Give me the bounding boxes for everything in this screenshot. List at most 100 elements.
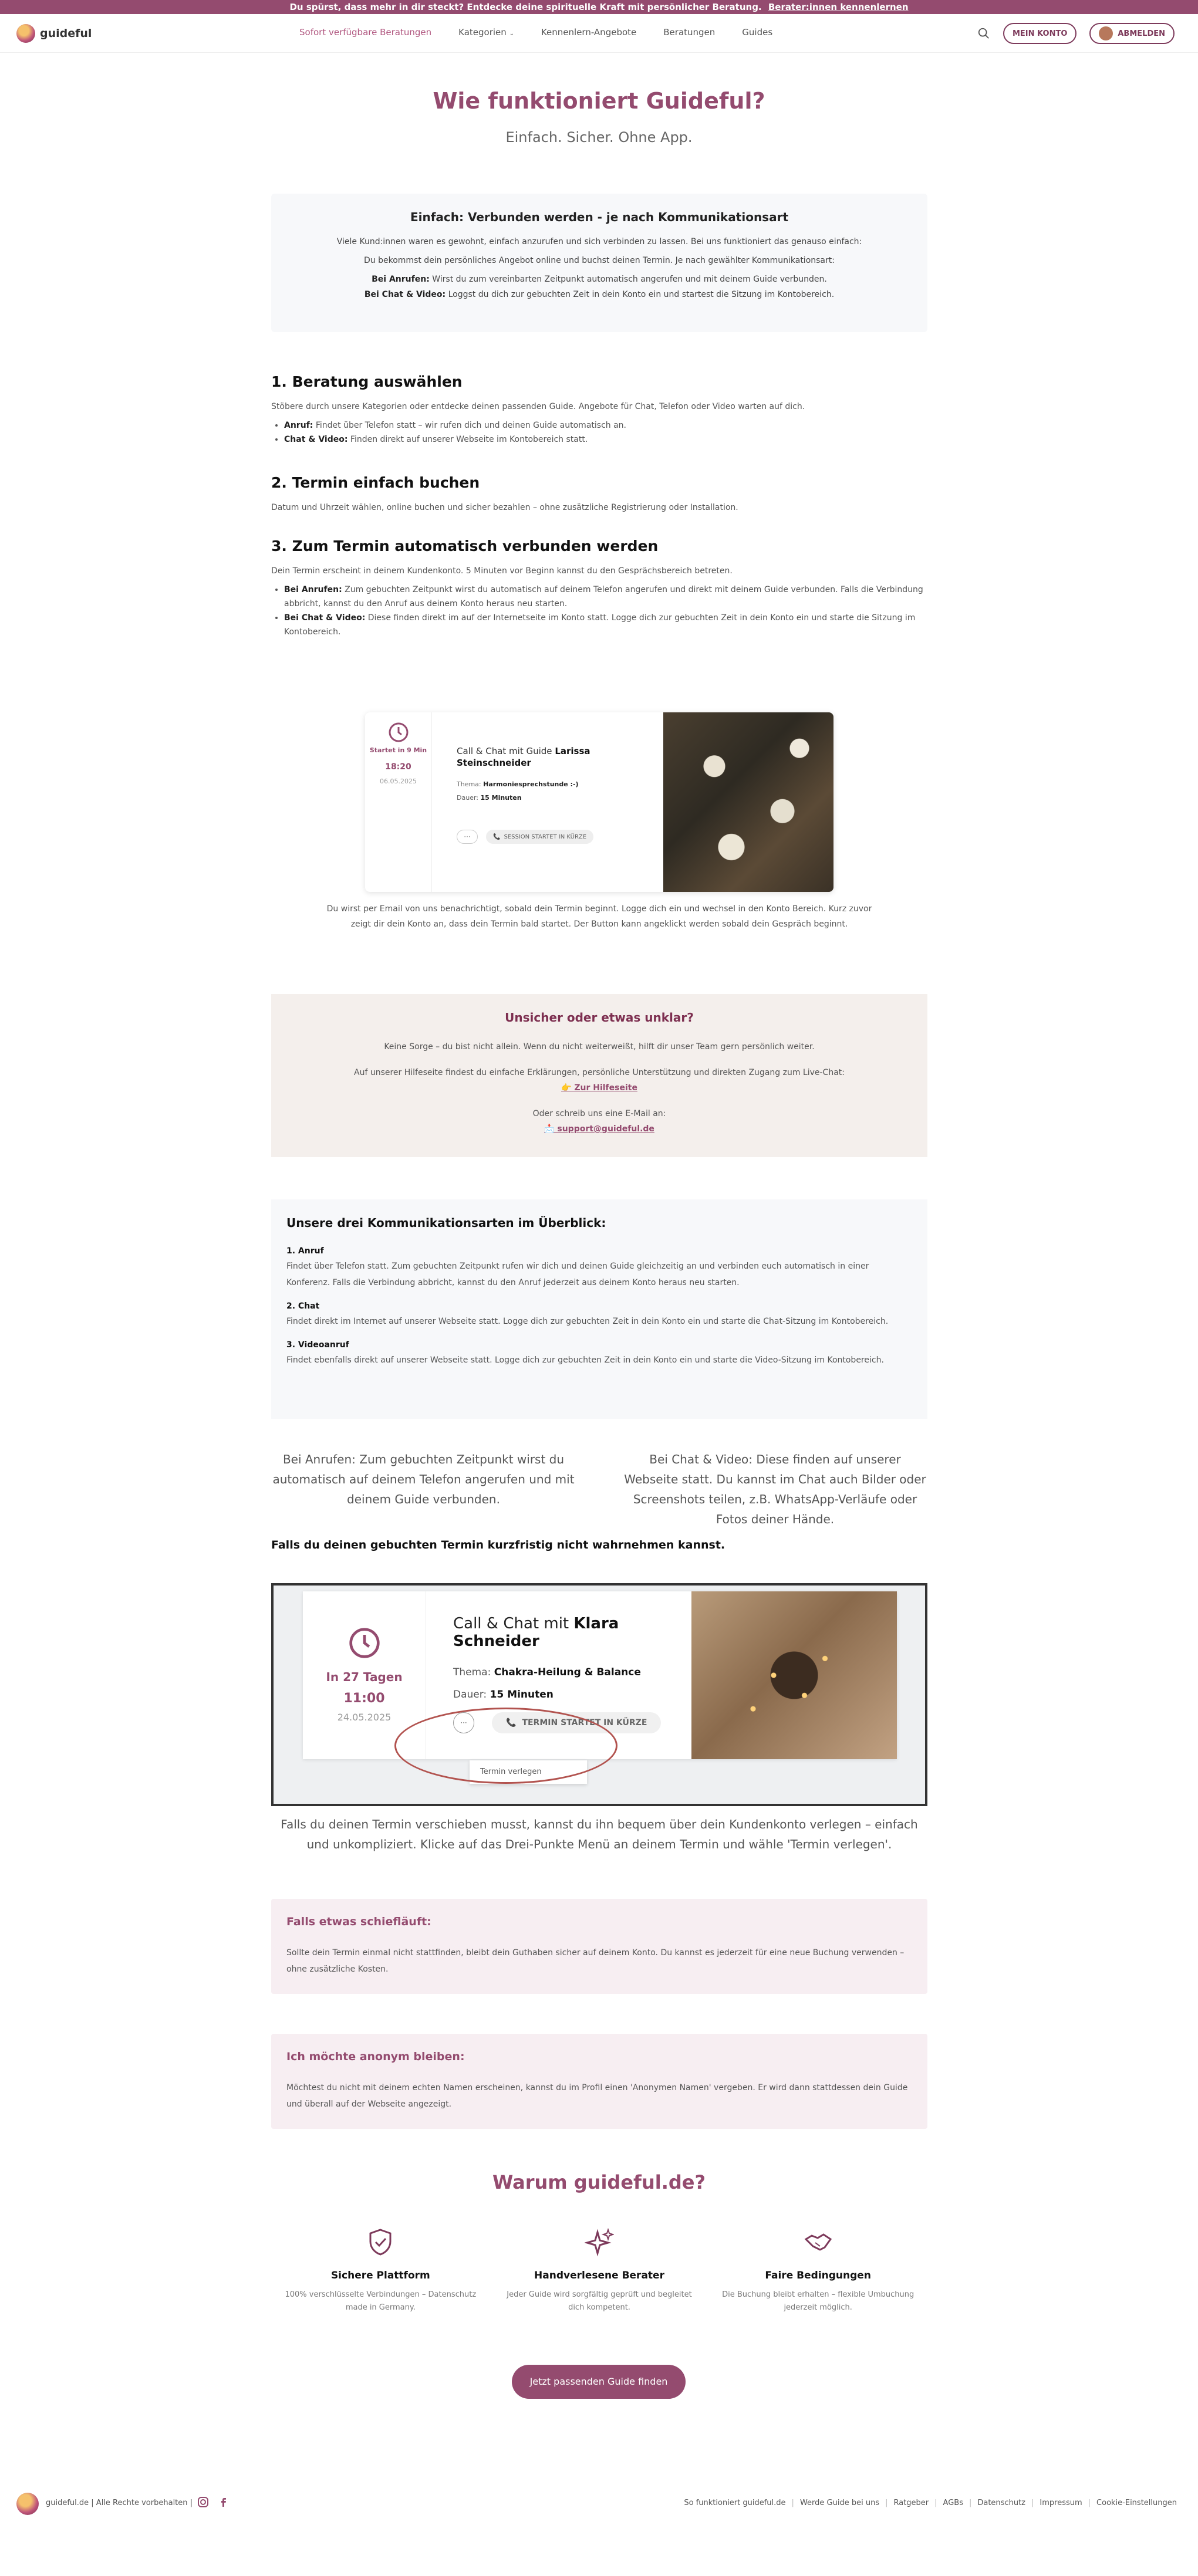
separator: |: [968, 2499, 972, 2507]
main-navigation: guideful Sofort verfügbare Beratungen Ka…: [0, 14, 1198, 53]
topic-value: Harmoniesprechstunde :-): [483, 780, 579, 788]
kom-item-video: 3. Videoanruf Findet ebenfalls direkt auf…: [286, 1340, 912, 1368]
intro-box: Einfach: Verbunden werden - je nach Komm…: [271, 194, 927, 332]
facebook-icon[interactable]: [218, 2496, 230, 2508]
step-1-title: 1. Beratung auswählen: [271, 373, 463, 390]
anon-title: Ich möchte anonym bleiben:: [286, 2050, 465, 2063]
help-page-link[interactable]: 👉 Zur Hilfeseite: [561, 1083, 637, 1093]
topic-value: Chakra-Heilung & Balance: [494, 1666, 641, 1678]
footer-copyright: guideful.de | Alle Rechte vorbehalten |: [46, 2499, 193, 2507]
find-guide-button[interactable]: Jetzt passenden Guide finden: [512, 2365, 686, 2399]
intro-call-text: Wirst du zum vereinbarten Zeitpunkt auto…: [432, 275, 827, 284]
fail-title: Falls etwas schiefläuft:: [286, 1915, 431, 1928]
nav-links: Sofort verfügbare Beratungen Kategorien …: [299, 27, 772, 38]
instagram-icon[interactable]: [197, 2496, 209, 2508]
nav-link-kategorien-label: Kategorien: [458, 27, 507, 38]
nav-link-sofort[interactable]: Sofort verfügbare Beratungen: [299, 27, 431, 38]
social-links: [197, 2496, 230, 2508]
info-box-anonym: Ich möchte anonym bleiben: Möchtest du n…: [271, 2034, 927, 2129]
nav-link-kategorien[interactable]: Kategorien ⌄: [458, 27, 514, 38]
footer-link[interactable]: Impressum: [1040, 2499, 1082, 2507]
separator: |: [934, 2499, 937, 2507]
step-3-title: 3. Zum Termin automatisch verbunden werd…: [271, 537, 659, 555]
appointment-time: 18:20: [385, 762, 411, 772]
start-session-button[interactable]: 📞 SESSION STARTET IN KÜRZE: [486, 830, 594, 844]
appointment-details: Call & Chat mit Klara Schneider Thema: C…: [453, 1615, 700, 1701]
footer-link[interactable]: AGBs: [943, 2499, 963, 2507]
appointment-details: Call & Chat mit Guide Larissa Steinschne…: [457, 745, 603, 802]
footer-link[interactable]: Ratgeber: [893, 2499, 929, 2507]
phone-icon: 📞: [493, 833, 501, 840]
search-icon[interactable]: [977, 27, 990, 40]
step-1-text: Stöbere durch unsere Kategorien oder ent…: [271, 402, 805, 411]
list-item: Anruf: Findet über Telefon statt – wir r…: [284, 418, 927, 432]
nav-actions: MEIN KONTO ABMELDEN: [977, 23, 1175, 44]
feature-title: Sichere Plattform: [330, 2270, 430, 2281]
help-p1: Keine Sorge – du bist nicht allein. Wenn…: [384, 1042, 815, 1052]
nav-link-beratungen[interactable]: Beratungen: [663, 27, 715, 38]
step-3: 3. Zum Termin automatisch verbunden werd…: [271, 537, 927, 639]
feature-text: 100% verschlüsselte Verbindungen – Daten…: [285, 2290, 477, 2312]
step-2-title: 2. Termin einfach buchen: [271, 474, 480, 491]
appointment-title-prefix: Call & Chat mit Guide: [457, 746, 552, 756]
list-item: Chat & Video: Finden direkt auf unserer …: [284, 432, 927, 447]
page-subtitle: Einfach. Sicher. Ohne App.: [505, 129, 693, 146]
appointment-title-prefix: Call & Chat mit: [453, 1615, 569, 1632]
appointment-title: Call & Chat mit Klara Schneider: [453, 1615, 700, 1650]
step-1-list: Anruf: Findet über Telefon statt – wir r…: [271, 418, 927, 447]
duration-label: Dauer:: [457, 794, 478, 802]
info-box-fail: Falls etwas schiefläuft: Sollte dein Ter…: [271, 1899, 927, 1994]
feature-title: Faire Bedingungen: [765, 2270, 871, 2281]
topic-label: Thema:: [457, 780, 481, 788]
appointment-duration: Dauer: 15 Minuten: [453, 1689, 700, 1701]
more-options-button[interactable]: ···: [457, 830, 478, 844]
appointment-topic: Thema: Harmoniesprechstunde :-): [457, 780, 603, 788]
feature-curated: Handverlesene Berater Jeder Guide wird s…: [490, 2227, 709, 2314]
footer-link[interactable]: Werde Guide bei uns: [800, 2499, 879, 2507]
step-1: 1. Beratung auswählen Stöbere durch unse…: [271, 373, 927, 447]
appointment-duration: Dauer: 15 Minuten: [457, 794, 603, 802]
kom-item-text: Findet direkt im Internet auf unserer We…: [286, 1317, 889, 1326]
support-email-link[interactable]: 📩 support@guideful.de: [544, 1124, 654, 1134]
appointment-date: 06.05.2025: [380, 777, 417, 785]
intro-chat: Bei Chat & Video: Loggst du dich zur geb…: [271, 289, 927, 300]
footer-logo-icon[interactable]: [16, 2493, 39, 2515]
kom-item-anruf: 1. Anruf Findet über Telefon statt. Zum g…: [286, 1246, 912, 1291]
feature-title: Handverlesene Berater: [534, 2270, 664, 2281]
announcement-link[interactable]: Berater:innen kennenlernen: [768, 2, 909, 12]
nav-link-guides[interactable]: Guides: [742, 27, 772, 38]
appointment-card-example: Startet in 9 Min 18:20 06.05.2025 Call &…: [365, 712, 833, 892]
separator: |: [885, 2499, 888, 2507]
list-item-text: Finden direkt auf unserer Webseite im Ko…: [350, 435, 588, 444]
kom-item-chat: 2. Chat Findet direkt im Internet auf uns…: [286, 1301, 912, 1330]
account-button[interactable]: MEIN KONTO: [1003, 23, 1077, 44]
list-item: Bei Anrufen: Zum gebuchten Zeitpunkt wir…: [284, 583, 927, 611]
logout-label: ABMELDEN: [1118, 29, 1165, 38]
avatar: [1099, 26, 1113, 40]
logout-button[interactable]: ABMELDEN: [1089, 23, 1175, 44]
help-box: Unsicher oder etwas unklar? Keine Sorge …: [271, 994, 927, 1157]
summary-calls: Bei Anrufen: Zum gebuchten Zeitpunkt wir…: [272, 1452, 575, 1506]
summary-chat-video: Bei Chat & Video: Diese finden auf unser…: [624, 1452, 926, 1526]
caption-reschedule: Falls du deinen Termin verschieben musst…: [281, 1817, 918, 1851]
two-column-summary: Bei Anrufen: Zum gebuchten Zeitpunkt wir…: [271, 1449, 927, 1529]
help-p2: Auf unserer Hilfeseite findest du einfac…: [354, 1068, 845, 1077]
list-item-label: Anruf:: [284, 421, 313, 430]
separator: |: [791, 2499, 794, 2507]
footer-link[interactable]: Cookie-Einstellungen: [1096, 2499, 1177, 2507]
appointment-countdown: Startet in 9 Min: [369, 746, 427, 754]
shield-check-icon: [369, 2229, 392, 2256]
list-item-label: Bei Chat & Video:: [284, 613, 366, 623]
nav-link-kennenlern[interactable]: Kennenlern-Angebote: [541, 27, 636, 38]
handshake-icon: [804, 2233, 832, 2251]
features: Sichere Plattform 100% verschlüsselte Ve…: [271, 2227, 927, 2314]
logo-icon: [16, 24, 35, 43]
logo[interactable]: guideful: [16, 24, 92, 43]
guide-photo: [691, 1591, 897, 1759]
list-item-text: Findet über Telefon statt – wir rufen di…: [315, 421, 626, 430]
feature-fair: Faire Bedingungen Die Buchung bleibt erh…: [708, 2227, 927, 2314]
footer-link[interactable]: Datenschutz: [977, 2499, 1025, 2507]
help-p3: Oder schreib uns eine E-Mail an:: [532, 1109, 666, 1118]
kom-item-title: 3. Videoanruf: [286, 1340, 349, 1350]
footer-link[interactable]: So funktioniert guideful.de: [684, 2499, 785, 2507]
